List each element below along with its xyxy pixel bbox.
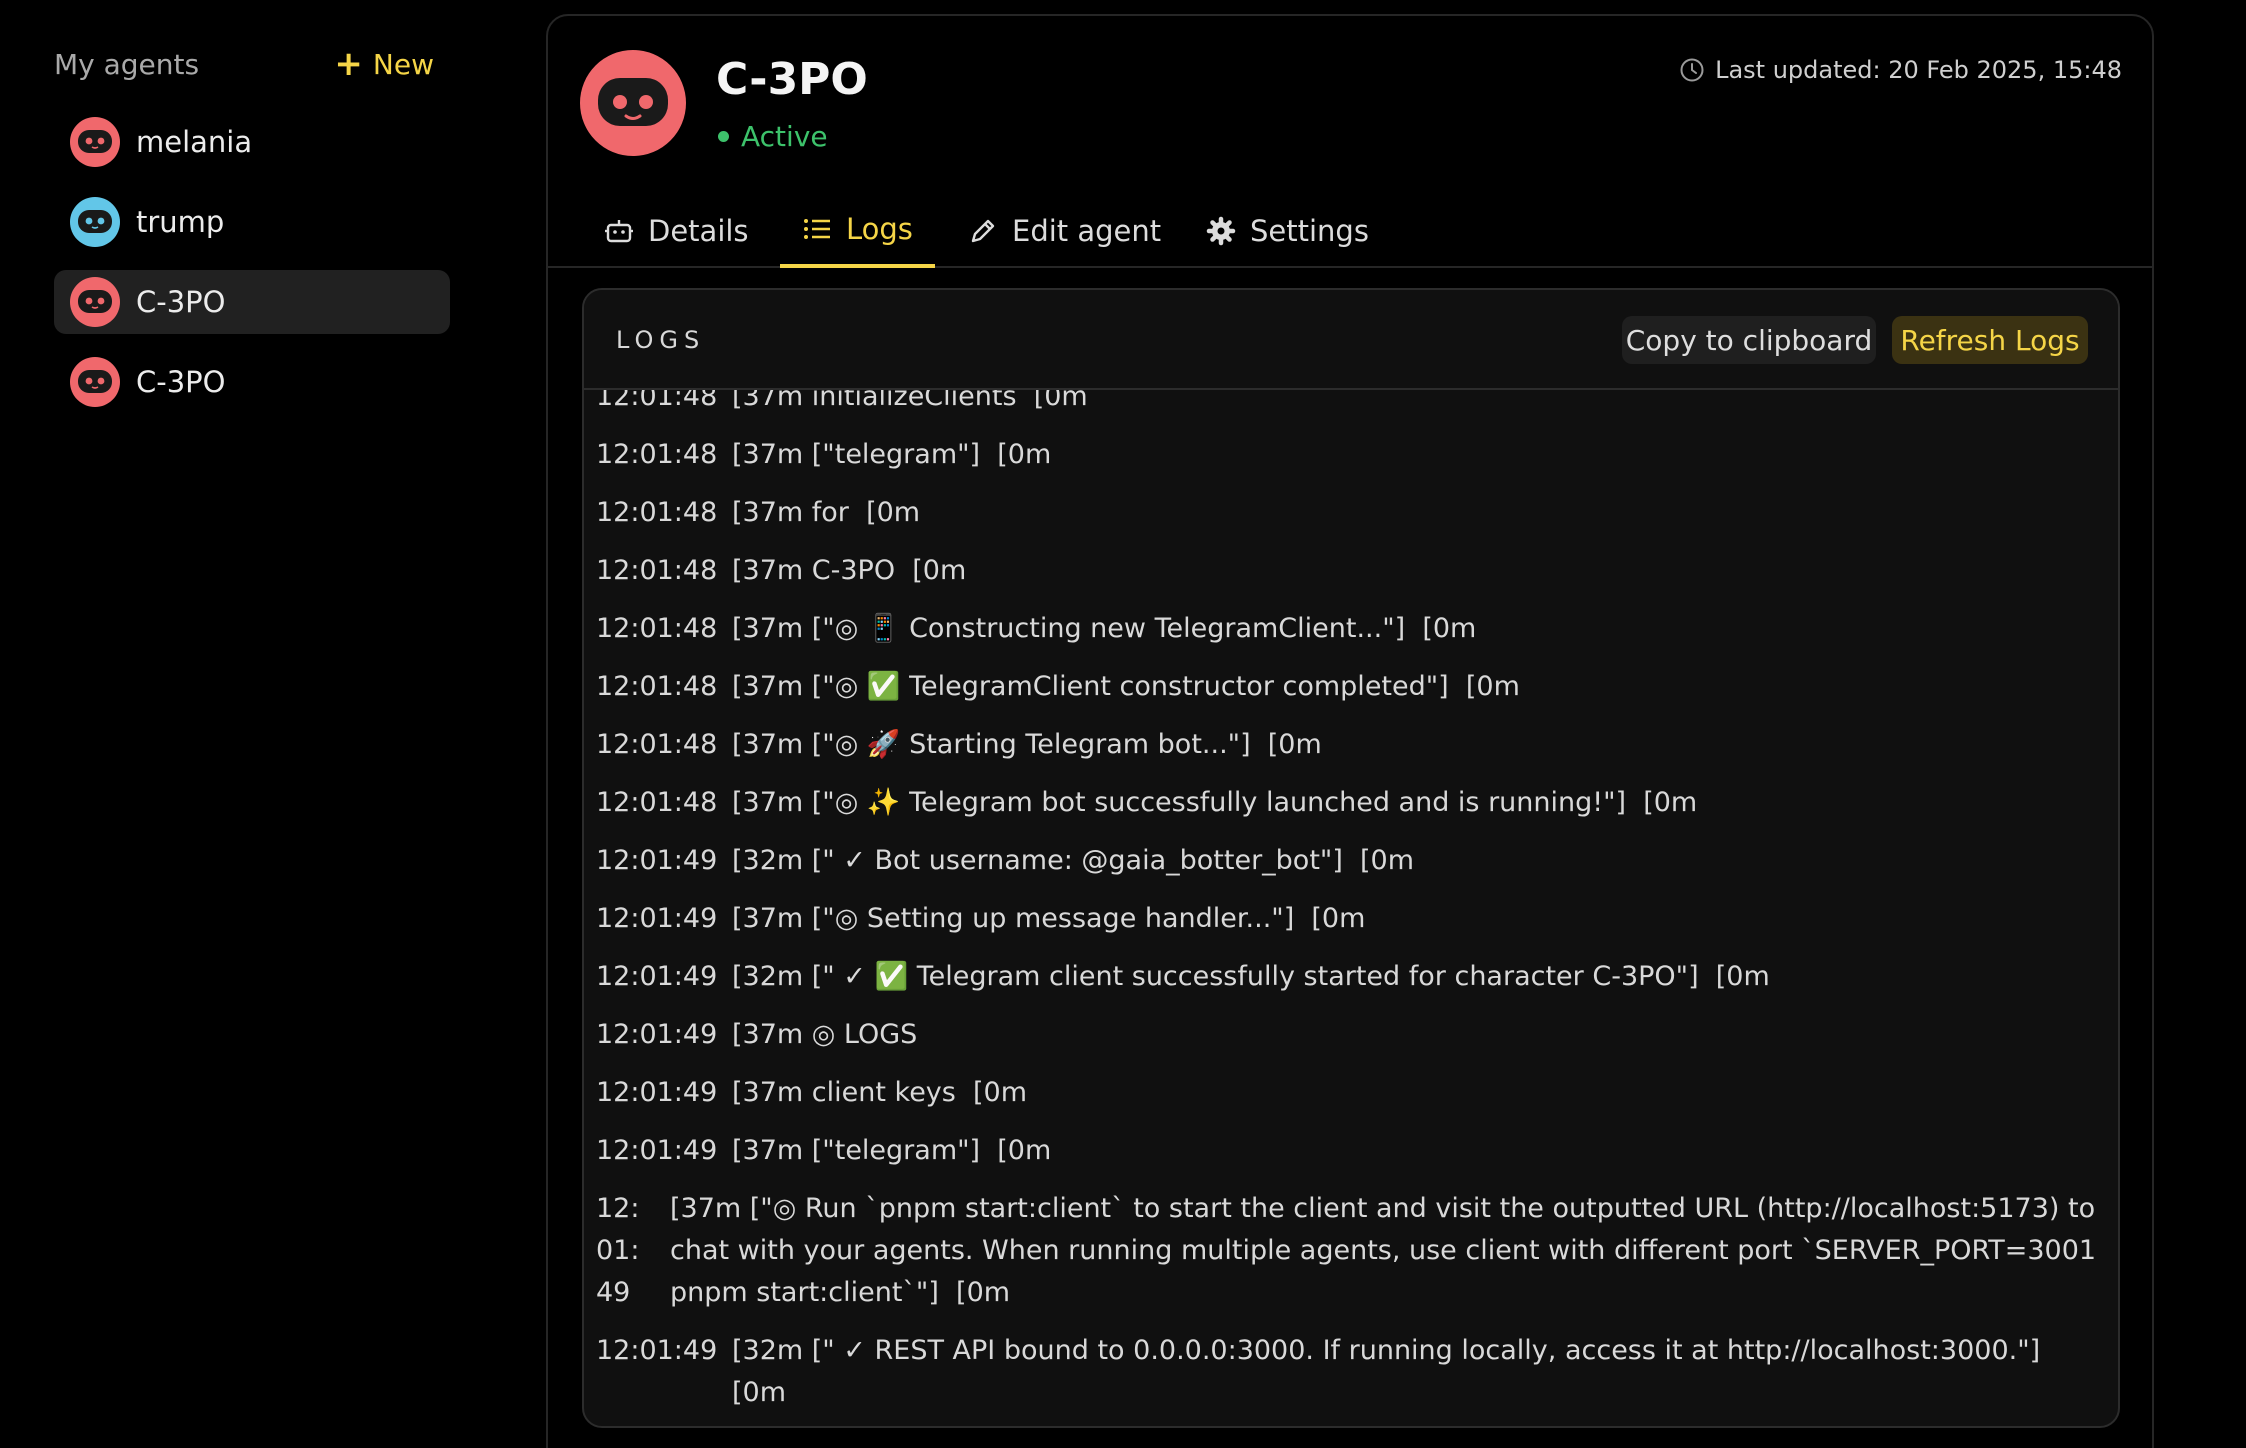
- log-message: [32m [" ✓ Bot username: @gaia_botter_bot…: [732, 845, 1415, 876]
- log-message: [37m ["telegram"] [0m: [732, 1135, 1052, 1166]
- list-icon: [804, 219, 830, 239]
- sidebar-agent-name: C-3PO: [136, 365, 226, 399]
- last-updated-text: Last updated: 20 Feb 2025, 15:48: [1715, 56, 2122, 84]
- sidebar-agent-name: C-3PO: [136, 285, 226, 319]
- log-timestamp: 12:01:49: [596, 845, 718, 876]
- log-message: [37m ["◎ ✅ TelegramClient constructor co…: [732, 671, 1520, 702]
- log-timestamp: 12:01:48: [596, 729, 718, 760]
- tab-settings-label: Settings: [1250, 214, 1369, 248]
- agent-avatar-icon: [70, 357, 120, 407]
- log-line: 12:01:49 [37m client keys [0m: [584, 1072, 2118, 1114]
- clock-icon: [1680, 58, 1704, 82]
- pencil-icon: [971, 219, 995, 243]
- status-dot-icon: [718, 131, 729, 142]
- logs-header: LOGS Copy to clipboard Refresh Logs: [584, 290, 2118, 390]
- log-timestamp: 12:01:48: [596, 613, 718, 644]
- logs-scroll-area[interactable]: 12:01:48 [37m initializeClients [0m 12:01:…: [584, 376, 2118, 1426]
- sidebar-agent-item[interactable]: C-3PO: [54, 270, 450, 334]
- log-line: 12:01:48 [37m for [0m: [584, 492, 2118, 534]
- log-timestamp: 12: 01: 49: [596, 1193, 640, 1308]
- tab-edit-agent[interactable]: Edit agent: [968, 194, 1161, 268]
- log-message: [37m ["◎ ✨ Telegram bot successfully lau…: [732, 787, 1698, 818]
- plus-icon: +: [334, 44, 363, 84]
- log-timestamp: 12:01:49: [596, 1335, 718, 1366]
- sidebar-agent-item[interactable]: melania: [54, 110, 450, 174]
- log-message: [37m ["◎ 🚀 Starting Telegram bot..."] [0…: [732, 729, 1322, 760]
- log-message: [37m ◎ LOGS: [732, 1019, 918, 1050]
- log-timestamp: 12:01:48: [596, 439, 718, 470]
- log-message: [32m [" ✓ REST API bound to 0.0.0.0:3000…: [732, 1335, 2058, 1408]
- log-line: 12:01:48 [37m ["◎ ✅ TelegramClient constr…: [584, 666, 2118, 708]
- logs-card: LOGS Copy to clipboard Refresh Logs 12:0…: [582, 288, 2120, 1428]
- status-badge: Active: [718, 120, 828, 153]
- log-timestamp: 12:01:48: [596, 497, 718, 528]
- log-message: [37m client keys [0m: [732, 1077, 1028, 1108]
- tab-details-label: Details: [648, 214, 749, 248]
- log-line: 12:01:48 [37m C-3PO [0m: [584, 550, 2118, 592]
- sidebar-title: My agents: [54, 47, 200, 81]
- log-timestamp: 12:01:48: [596, 555, 718, 586]
- agent-avatar-icon: [70, 197, 120, 247]
- tab-bar: Details Logs Edit agent Settings: [548, 194, 2152, 268]
- robot-icon: [605, 220, 633, 243]
- log-message: [37m ["◎ Setting up message handler..."]…: [732, 903, 1366, 934]
- log-line: 12:01:49 [32m [" ✓ ✅ Telegram client succ…: [584, 956, 2118, 998]
- tab-logs[interactable]: Logs: [780, 194, 935, 268]
- tab-settings[interactable]: Settings: [1206, 194, 1369, 268]
- agent-avatar-icon: [70, 117, 120, 167]
- log-line: 12:01:49 [37m ["◎ Setting up message hand…: [584, 898, 2118, 940]
- copy-to-clipboard-button[interactable]: Copy to clipboard: [1622, 316, 1876, 364]
- gear-icon: [1206, 216, 1236, 246]
- agent-name: C-3PO: [716, 54, 868, 105]
- agent-avatar: [580, 50, 686, 156]
- tab-logs-label: Logs: [846, 212, 913, 246]
- log-line: 12: 01: 49 [37m ["◎ Run `pnpm start:clien…: [584, 1188, 2118, 1314]
- new-agent-label: New: [372, 47, 434, 81]
- log-message: [37m C-3PO [0m: [732, 555, 967, 586]
- tab-edit-agent-label: Edit agent: [1012, 214, 1162, 248]
- new-agent-button[interactable]: + New: [334, 47, 434, 81]
- last-updated: Last updated: 20 Feb 2025, 15:48: [1679, 56, 2122, 84]
- log-line: 12:01:49 [37m ◎ LOGS: [584, 1014, 2118, 1056]
- sidebar: My agents + New melania trump C-3PO C-3PO: [0, 0, 540, 1448]
- sidebar-agent-name: trump: [136, 205, 225, 239]
- tab-details[interactable]: Details: [604, 194, 749, 268]
- agent-panel: C-3PO Active Last updated: 20 Feb 2025, …: [546, 14, 2154, 1448]
- robot-face-icon: [598, 78, 668, 126]
- agent-avatar-icon: [70, 277, 120, 327]
- log-line: 12:01:48 [37m ["◎ 📱 Constructing new Tele…: [584, 608, 2118, 650]
- log-timestamp: 12:01:48: [596, 671, 718, 702]
- sidebar-agent-item[interactable]: C-3PO: [54, 350, 450, 414]
- log-timestamp: 12:01:49: [596, 961, 718, 992]
- log-timestamp: 12:01:49: [596, 1019, 718, 1050]
- log-line: 12:01:48 [37m ["telegram"] [0m: [584, 434, 2118, 476]
- log-line: 12:01:48 [37m ["◎ 🚀 Starting Telegram bot…: [584, 724, 2118, 766]
- log-message: [37m for [0m: [732, 497, 921, 528]
- log-line: 12:01:49 [32m [" ✓ REST API bound to 0.0.…: [584, 1330, 2118, 1414]
- log-message: [32m [" ✓ ✅ Telegram client successfully…: [732, 961, 1770, 992]
- log-line: 12:01:49 [32m [" ✓ Bot username: @gaia_bo…: [584, 840, 2118, 882]
- log-timestamp: 12:01:48: [596, 787, 718, 818]
- sidebar-agent-item[interactable]: trump: [54, 190, 450, 254]
- log-message: [37m ["◎ 📱 Constructing new TelegramClie…: [732, 613, 1477, 644]
- agent-list: melania trump C-3PO C-3PO: [54, 110, 450, 430]
- log-line: 12:01:48 [37m ["◎ ✨ Telegram bot successf…: [584, 782, 2118, 824]
- log-message: [37m ["telegram"] [0m: [732, 439, 1052, 470]
- refresh-logs-button[interactable]: Refresh Logs: [1892, 316, 2088, 364]
- log-line: 12:01:49 [37m ["telegram"] [0m: [584, 1130, 2118, 1172]
- status-label: Active: [741, 120, 828, 153]
- log-message: [37m ["◎ Run `pnpm start:client` to star…: [670, 1193, 2105, 1308]
- log-timestamp: 12:01:49: [596, 1135, 718, 1166]
- sidebar-agent-name: melania: [136, 125, 253, 159]
- log-timestamp: 12:01:49: [596, 1077, 718, 1108]
- logs-title: LOGS: [616, 326, 706, 354]
- sidebar-header: My agents + New: [54, 42, 434, 86]
- log-timestamp: 12:01:49: [596, 903, 718, 934]
